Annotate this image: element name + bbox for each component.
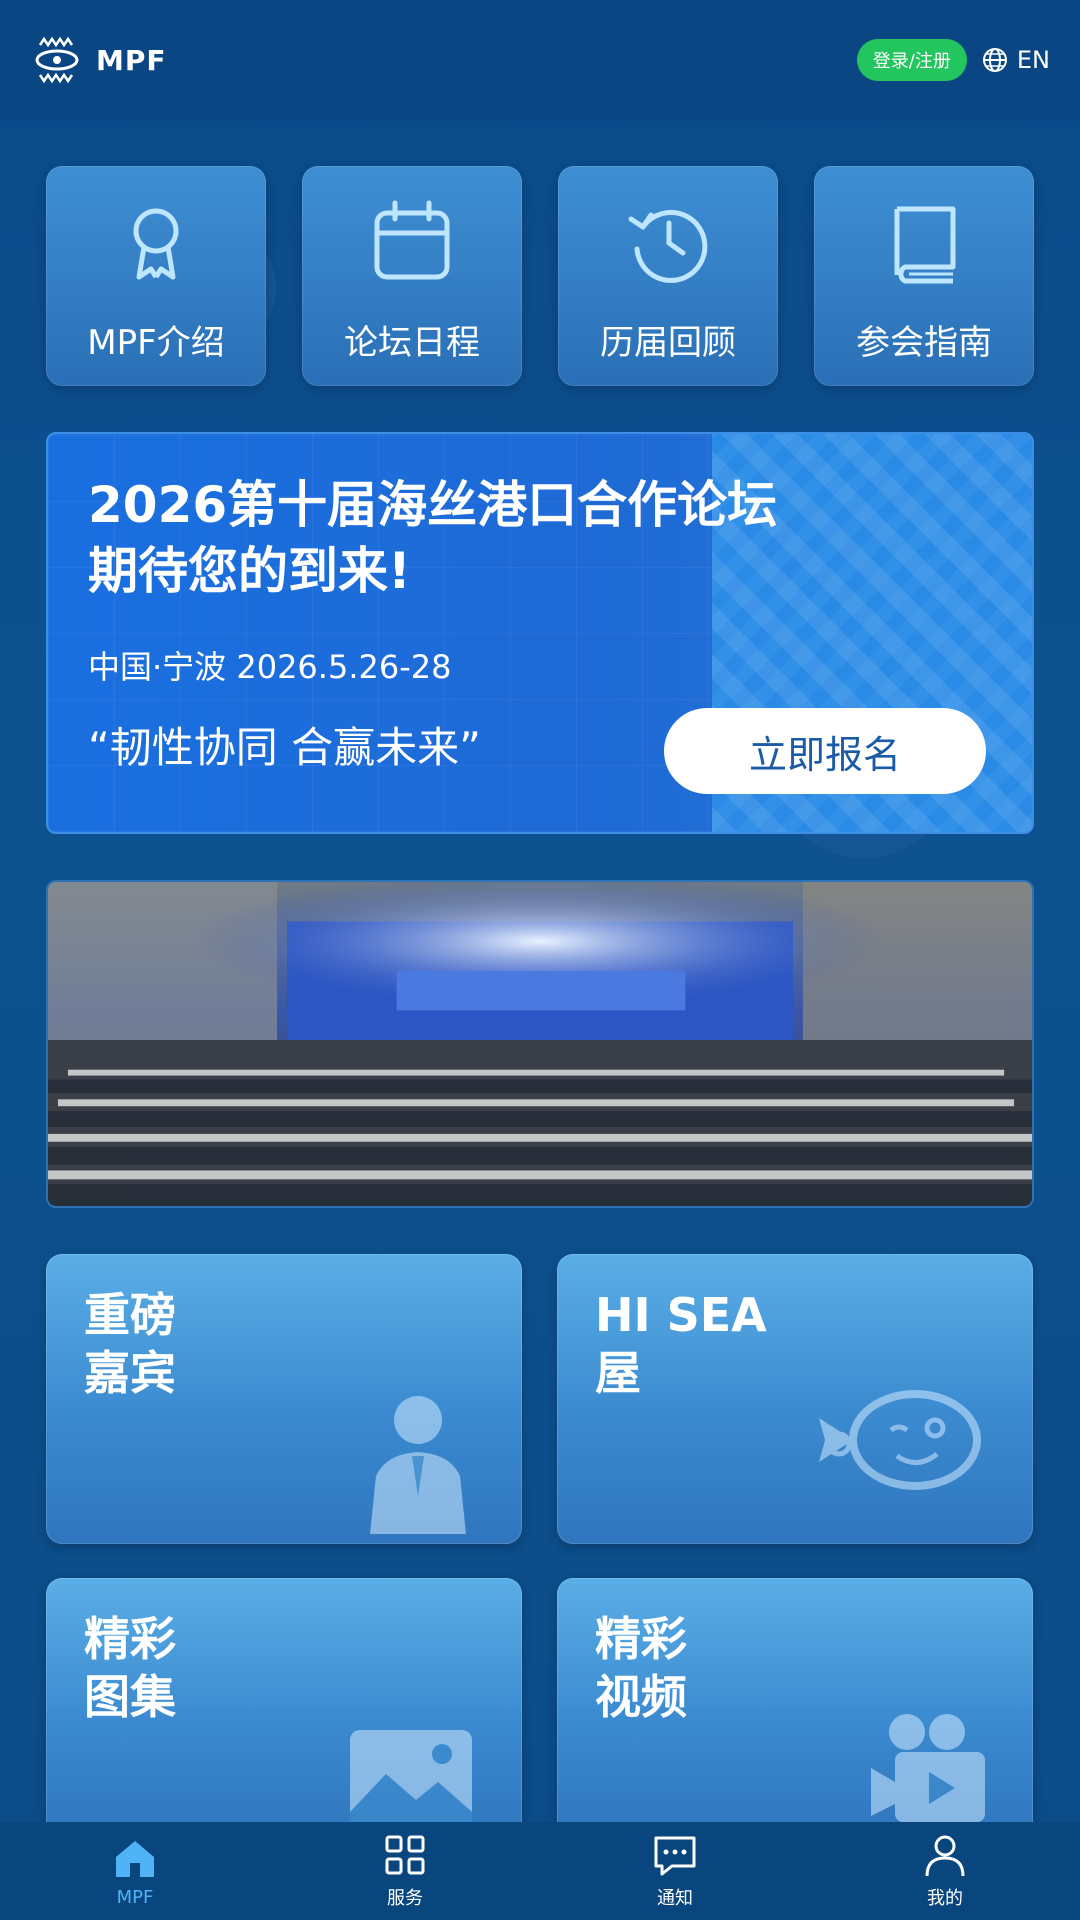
quick-link-history[interactable]: 历届回顾 — [558, 166, 778, 386]
language-label: EN — [1016, 46, 1050, 74]
award-ribbon-icon — [133, 208, 179, 280]
nav-label: MPF — [116, 1886, 154, 1908]
nav-label: 服务 — [387, 1888, 423, 1909]
photo-gallery-card[interactable]: 精彩 图集 — [46, 1578, 522, 1838]
mpf-logo[interactable]: MPF — [30, 33, 167, 87]
video-camera-icon — [871, 1714, 985, 1822]
forum-banner[interactable]: 2026第十届海丝港口合作论坛 期待您的到来! 中国·宁波 2026.5.26-… — [46, 432, 1034, 834]
grid-icon — [385, 1835, 425, 1875]
book-icon — [894, 206, 956, 284]
image-gallery-icon — [350, 1730, 472, 1822]
banner-title: 2026第十届海丝港口合作论坛 期待您的到来! — [88, 472, 868, 604]
bottom-navigation: MPF 服务 通知 我的 — [0, 1822, 1080, 1920]
card-title: 精彩 图集 — [84, 1612, 176, 1724]
card-title: 精彩 视频 — [595, 1612, 687, 1724]
banner-slogan: “韧性协同 合赢未来” — [88, 723, 481, 772]
video-highlights-card[interactable]: 精彩 视频 — [557, 1578, 1033, 1838]
quick-link-label: 历届回顾 — [600, 323, 736, 363]
quick-link-label: 论坛日程 — [344, 323, 480, 363]
conference-hall-image — [48, 882, 1032, 1206]
quick-link-guide[interactable]: 参会指南 — [814, 166, 1034, 386]
nav-item-notifications[interactable]: 通知 — [575, 1832, 775, 1910]
app-header: MPF 登录/注册 EN — [0, 0, 1080, 120]
nav-item-services[interactable]: 服务 — [305, 1832, 505, 1910]
quick-links: MPF介绍 论坛日程 历届回顾 参会指南 — [46, 166, 1034, 386]
globe-icon — [982, 48, 1007, 72]
card-title: 重磅 嘉宾 — [84, 1288, 176, 1400]
featured-guests-card[interactable]: 重磅 嘉宾 — [46, 1254, 522, 1544]
fish-mascot-icon — [819, 1390, 981, 1490]
quick-link-label: MPF介绍 — [87, 323, 225, 363]
quick-link-label: 参会指南 — [856, 323, 992, 363]
banner-title-line1: 2026第十届海丝港口合作论坛 — [88, 476, 778, 534]
calendar-icon — [374, 200, 450, 280]
language-switch[interactable]: EN — [981, 46, 1050, 74]
login-register-button[interactable]: 登录/注册 — [856, 39, 967, 81]
user-icon — [925, 1835, 965, 1877]
conference-photo[interactable] — [46, 880, 1034, 1208]
nav-label: 通知 — [657, 1888, 693, 1909]
quick-link-schedule[interactable]: 论坛日程 — [302, 166, 522, 386]
logo-text: MPF — [96, 43, 167, 77]
mpf-emblem-icon — [35, 36, 79, 84]
quick-link-mpf-intro[interactable]: MPF介绍 — [46, 166, 266, 386]
register-now-button[interactable]: 立即报名 — [664, 708, 986, 794]
nav-label: 我的 — [927, 1888, 963, 1909]
hi-sea-house-card[interactable]: HI SEA 屋 — [557, 1254, 1033, 1544]
banner-location-date: 中国·宁波 2026.5.26-28 — [88, 648, 452, 686]
history-clock-icon — [628, 209, 708, 283]
banner-title-line2: 期待您的到来! — [88, 542, 411, 600]
message-icon — [654, 1836, 696, 1876]
speaker-person-icon — [370, 1396, 466, 1534]
card-title: HI SEA 屋 — [595, 1288, 767, 1400]
nav-item-home[interactable]: MPF — [35, 1835, 235, 1908]
nav-item-profile[interactable]: 我的 — [845, 1832, 1045, 1910]
home-icon — [116, 1840, 154, 1877]
